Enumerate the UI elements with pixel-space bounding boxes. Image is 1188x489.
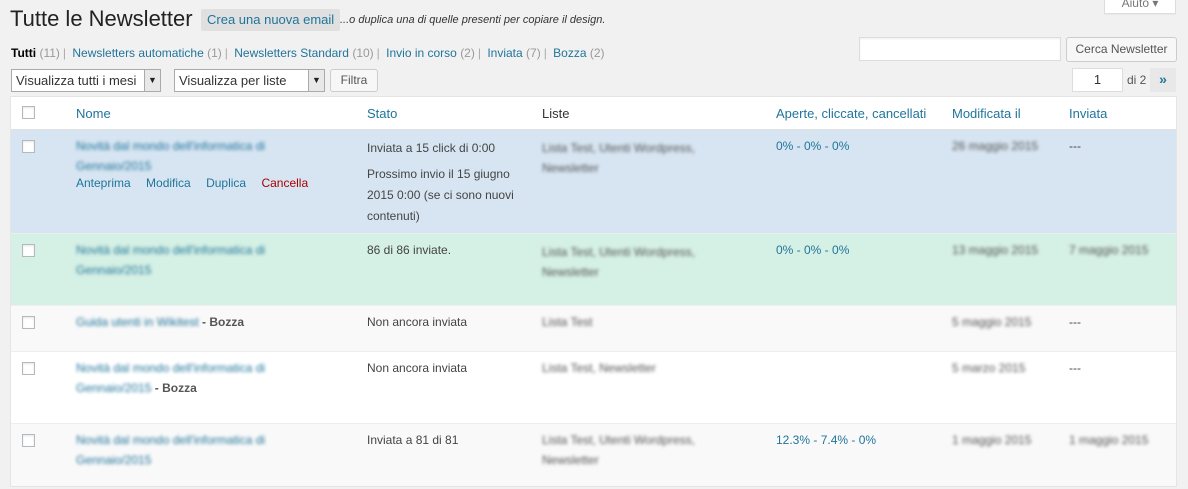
view-all-count: (11) (39, 46, 60, 60)
view-sending[interactable]: Invio in corso (386, 46, 457, 60)
newsletter-name[interactable]: Novità dal mondo dell'informatica di Gen… (76, 240, 326, 280)
status-text: 86 di 86 inviate. (367, 243, 452, 257)
chevron-down-icon: ▼ (144, 70, 160, 91)
row-checkbox[interactable] (22, 244, 35, 257)
sent-cell: --- (1069, 139, 1081, 153)
delete-link[interactable]: Cancella (261, 176, 308, 190)
status-cell: Inviata a 15 click di 0:00 Prossimo invi… (367, 138, 532, 227)
table-row: Novità dal mondo dell'informatica di Gen… (11, 352, 1176, 424)
table-row: Novità dal mondo dell'informatica di Gen… (11, 424, 1176, 486)
lists-cell: Lista Test (542, 315, 593, 329)
view-standard[interactable]: Newsletters Standard (234, 46, 349, 60)
duplicate-link[interactable]: Duplica (206, 176, 246, 190)
view-sending-count: (2) (460, 46, 475, 60)
newsletter-name[interactable]: Novità dal mondo dell'informatica di Gen… (76, 430, 326, 470)
column-modified[interactable]: Modificata il (952, 106, 1021, 121)
draft-badge: - Bozza (151, 381, 197, 395)
search-button[interactable]: Cerca Newsletter (1066, 37, 1177, 62)
status-text: Inviata a 15 click di 0:00 (367, 141, 496, 155)
select-all-checkbox[interactable] (22, 106, 35, 119)
newsletter-name-link[interactable]: Novità dal mondo dell'informatica di Gen… (76, 243, 265, 277)
column-stats[interactable]: Aperte, cliccate, cancellati (776, 106, 926, 121)
preview-link[interactable]: Anteprima (76, 176, 131, 190)
page-title: Tutte le Newsletter (10, 6, 193, 31)
newsletter-table: Nome Stato Liste Aperte, cliccate, cance… (10, 96, 1177, 487)
newsletter-name[interactable]: Novità dal mondo dell'informatica di Gen… (76, 358, 336, 398)
column-sent[interactable]: Inviata (1069, 106, 1107, 121)
view-all[interactable]: Tutti (11, 46, 36, 60)
sent-cell: 1 maggio 2015 (1069, 433, 1149, 447)
newsletter-name[interactable]: Guida utenti in Wikitest - Bozza (76, 312, 356, 332)
row-actions: Anteprima Modifica Duplica Cancella (76, 176, 320, 190)
next-send-text: Prossimo invio il 15 giugno 2015 0:00 (s… (367, 167, 514, 223)
row-checkbox[interactable] (22, 140, 35, 153)
stats-cell[interactable]: 12.3% - 7.4% - 0% (776, 430, 876, 450)
newsletter-name[interactable]: Novità dal mondo dell'informatica di Gen… (76, 136, 326, 176)
view-automatic-count: (1) (207, 46, 222, 60)
duplicate-note: ...o duplica una di quelle presenti per … (340, 14, 606, 26)
list-select-value: Visualizza per liste (179, 73, 287, 88)
view-standard-count: (10) (352, 46, 374, 60)
view-draft-count: (2) (589, 46, 605, 60)
stats-cell[interactable]: 0% - 0% - 0% (776, 240, 849, 260)
row-checkbox[interactable] (22, 316, 35, 329)
draft-badge: - Bozza (198, 315, 245, 329)
next-page-button[interactable]: » (1150, 68, 1176, 92)
view-draft[interactable]: Bozza (553, 46, 586, 60)
table-row: Guida utenti in Wikitest - Bozza Non anc… (11, 306, 1176, 352)
views-filter: Tutti (11) | Newsletters automatiche (1) |… (11, 46, 605, 60)
sent-cell: --- (1069, 315, 1081, 329)
sent-cell: 7 maggio 2015 (1069, 243, 1149, 257)
lists-cell: Lista Test, Utenti Wordpress, Newsletter (542, 433, 695, 467)
table-row: Novità dal mondo dell'informatica di Gen… (11, 234, 1176, 306)
modified-cell: 1 maggio 2015 (952, 433, 1032, 447)
edit-link[interactable]: Modifica (146, 176, 191, 190)
modified-cell: 26 maggio 2015 (952, 139, 1039, 153)
chevron-down-icon: ▼ (308, 70, 324, 91)
filter-button[interactable]: Filtra (330, 69, 378, 92)
row-checkbox[interactable] (22, 434, 35, 447)
current-page-input[interactable]: 1 (1072, 68, 1123, 92)
month-select-value: Visualizza tutti i mesi (16, 73, 137, 88)
lists-cell: Lista Test, Utenti Wordpress, Newsletter (542, 245, 695, 279)
status-text: Non ancora inviata (367, 315, 468, 329)
newsletter-name-link[interactable]: Novità dal mondo dell'informatica di Gen… (76, 433, 265, 467)
view-sent-count: (7) (526, 46, 541, 60)
table-row: Novità dal mondo dell'informatica di Gen… (11, 130, 1176, 234)
table-header: Nome Stato Liste Aperte, cliccate, cance… (11, 97, 1176, 130)
page-total: di 2 (1127, 73, 1147, 87)
newsletter-name-link[interactable]: Guida utenti in Wikitest (76, 315, 199, 329)
column-status[interactable]: Stato (367, 106, 397, 121)
status-text: Non ancora inviata (367, 361, 468, 375)
stats-cell[interactable]: 0% - 0% - 0% (776, 136, 849, 156)
list-select[interactable]: Visualizza per liste ▼ (174, 69, 325, 92)
modified-cell: 13 maggio 2015 (952, 243, 1039, 257)
help-label: Aiuto (1121, 0, 1149, 10)
column-name[interactable]: Nome (76, 106, 111, 121)
search-input[interactable] (859, 37, 1061, 61)
sent-cell: --- (1069, 361, 1081, 375)
newsletter-name-link[interactable]: Novità dal mondo dell'informatica di Gen… (76, 139, 265, 173)
modified-cell: 5 maggio 2015 (952, 315, 1032, 329)
lists-cell: Lista Test, Utenti Wordpress, Newsletter (542, 141, 695, 175)
column-lists: Liste (542, 106, 570, 121)
help-tab[interactable]: Aiuto ▾ (1104, 0, 1176, 14)
view-sent[interactable]: Inviata (487, 46, 522, 60)
modified-cell: 5 marzo 2015 (952, 361, 1026, 375)
view-automatic[interactable]: Newsletters automatiche (72, 46, 203, 60)
add-new-email-button[interactable]: Crea una nuova email (201, 9, 341, 31)
lists-cell: Lista Test, Newsletter (542, 361, 656, 375)
status-text: Inviata a 81 di 81 (367, 433, 459, 447)
row-checkbox[interactable] (22, 362, 35, 375)
month-select[interactable]: Visualizza tutti i mesi ▼ (11, 69, 161, 92)
